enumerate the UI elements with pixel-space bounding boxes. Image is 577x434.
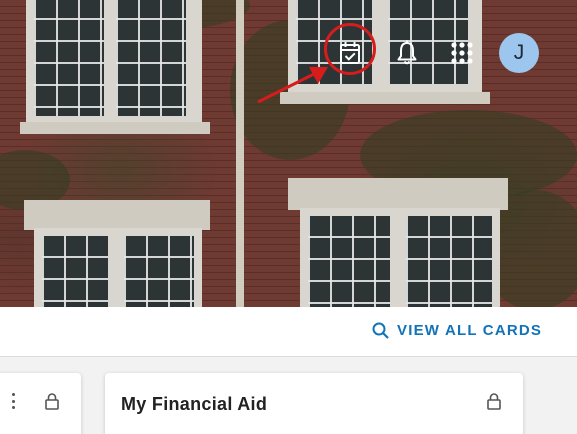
view-all-cards-label: VIEW ALL CARDS (397, 322, 543, 339)
card-my-financial-aid: My Financial Aid (105, 373, 523, 434)
search-icon (372, 322, 389, 339)
more-vertical-icon[interactable] (10, 393, 16, 409)
apps-grid-icon (451, 42, 473, 64)
user-avatar[interactable]: J (499, 33, 539, 73)
bell-icon (397, 40, 417, 65)
lock-icon[interactable] (45, 393, 59, 410)
lock-icon[interactable] (487, 393, 501, 410)
view-all-cards-link[interactable]: VIEW ALL CARDS (372, 322, 542, 339)
pointer-arrow (257, 67, 328, 104)
card-partial (0, 373, 81, 434)
top-toolbar: J (0, 0, 577, 104)
notifications-button[interactable] (393, 38, 421, 68)
card-title: My Financial Aid (121, 394, 268, 414)
apps-grid-button[interactable] (449, 40, 475, 66)
cards-toolbar: VIEW ALL CARDS (0, 307, 577, 357)
avatar-initial: J (513, 41, 525, 64)
